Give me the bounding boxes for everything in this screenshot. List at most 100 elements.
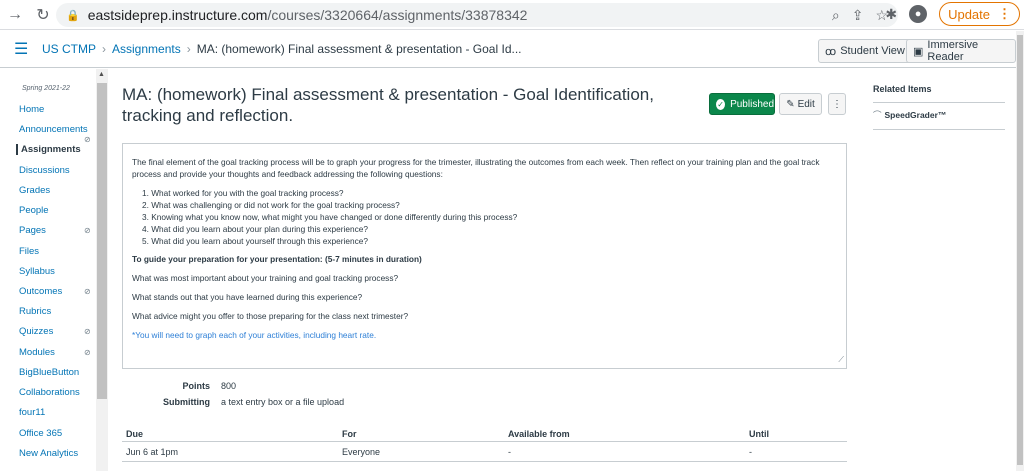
for-cell: Everyone: [342, 447, 381, 457]
url-path: /courses/3320664/assignments/33878342: [267, 7, 528, 23]
published-button[interactable]: ✓ Published: [709, 93, 775, 115]
speedgrader-label: SpeedGrader™: [884, 110, 947, 120]
edit-button[interactable]: ✎ Edit: [779, 93, 822, 115]
guide-question: What advice might you offer to those pre…: [132, 311, 409, 321]
related-items-heading: Related Items: [873, 84, 1005, 103]
list-item: 3. Knowing what you know now, what might…: [142, 212, 518, 222]
student-view-label: Student View: [840, 45, 905, 57]
sidebar-item-office-365[interactable]: Office 365: [19, 428, 62, 439]
submitting-label: Submitting: [163, 397, 210, 407]
list-item: 2. What was challenging or did not work …: [142, 200, 400, 210]
glasses-icon: ꝏ: [825, 45, 837, 58]
term-label: Spring 2021-22: [22, 85, 70, 92]
breadcrumb-current: MA: (homework) Final assessment & presen…: [196, 42, 522, 56]
sidebar-item-bigbluebutton[interactable]: BigBlueButton: [19, 367, 79, 378]
extensions-icon[interactable]: ✱: [885, 6, 897, 23]
eye-slash-icon: ⊘: [84, 348, 91, 357]
sidebar-item-pages[interactable]: Pages: [19, 225, 46, 236]
guide-question: What was most important about your train…: [132, 273, 399, 283]
sidebar-item-rubrics[interactable]: Rubrics: [19, 306, 51, 317]
breadcrumb-course[interactable]: US CTMP: [42, 42, 96, 56]
breadcrumb-separator-icon: ›: [102, 42, 106, 56]
checkmark-icon: ✓: [716, 98, 726, 110]
available-from-cell: -: [508, 447, 511, 457]
breadcrumb-separator-icon: ›: [186, 42, 191, 56]
guide-question: What stands out that you have learned du…: [132, 292, 363, 302]
share-icon[interactable]: ⇪: [852, 7, 864, 24]
page-scrollbar[interactable]: [1016, 31, 1024, 471]
assignment-title: MA: (homework) Final assessment & presen…: [122, 85, 654, 125]
column-header-available-from: Available from: [508, 429, 570, 439]
more-vert-icon: ⋮: [998, 6, 1011, 21]
sidebar-item-files[interactable]: Files: [19, 246, 39, 257]
table-header-row: Due For Available from Until: [122, 424, 847, 442]
browser-toolbar: → ↻ 🔒 eastsideprep.instructure.com/cours…: [0, 0, 1024, 30]
immersive-reader-label: Immersive Reader: [927, 39, 979, 63]
sidebar-item-discussions[interactable]: Discussions: [19, 165, 70, 176]
course-header: ☰ US CTMP › Assignments › MA: (homework)…: [0, 31, 1016, 68]
resize-handle-icon[interactable]: ⟋: [838, 354, 844, 366]
profile-avatar-icon[interactable]: ●: [909, 5, 928, 23]
column-header-for: For: [342, 429, 357, 439]
immersive-reader-button[interactable]: ▣ Immersive Reader: [906, 39, 1016, 63]
pencil-icon: ✎: [786, 98, 795, 110]
sidebar-item-modules[interactable]: Modules: [19, 347, 55, 358]
sidebar-item-assignments[interactable]: Assignments: [16, 144, 81, 155]
sidebar-item-announcements[interactable]: Announcements: [19, 124, 88, 135]
sidebar-item-grades[interactable]: Grades: [19, 185, 50, 196]
until-cell: -: [749, 447, 752, 457]
sidebar-item-four11[interactable]: four11: [19, 407, 45, 418]
related-items-panel: Related Items ⌒ SpeedGrader™: [873, 84, 1005, 130]
student-view-button[interactable]: ꝏ Student View: [818, 39, 912, 63]
graph-note: *You will need to graph each of your act…: [132, 330, 377, 340]
hamburger-menu-icon[interactable]: ☰: [14, 39, 32, 59]
sidebar-item-people[interactable]: People: [19, 205, 49, 216]
eye-slash-icon: ⊘: [84, 327, 91, 336]
sidebar-item-home[interactable]: Home: [19, 104, 44, 115]
eye-slash-icon: ⊘: [84, 287, 91, 296]
submitting-value: a text entry box or a file upload: [221, 397, 345, 407]
sidebar-item-collaborations[interactable]: Collaborations: [19, 387, 80, 398]
speedgrader-link[interactable]: ⌒ SpeedGrader™: [873, 103, 1005, 130]
update-label: Update: [948, 6, 990, 22]
guide-heading: To guide your preparation for your prese…: [132, 254, 422, 264]
edit-label: Edit: [797, 98, 815, 110]
speedgrader-icon: ⌒: [873, 110, 882, 120]
immersive-reader-icon: ▣: [913, 45, 924, 58]
list-item: 4. What did you learn about your plan du…: [142, 224, 369, 234]
assignment-description: The final element of the goal tracking p…: [122, 143, 847, 369]
lock-icon: 🔒: [66, 9, 80, 22]
question-list: 1. What worked for you with the goal tra…: [142, 187, 837, 247]
points-value: 800: [221, 381, 237, 391]
sidebar-item-quizzes[interactable]: Quizzes: [19, 326, 53, 337]
back-arrow-icon[interactable]: →: [4, 4, 26, 26]
description-intro: The final element of the goal tracking p…: [132, 157, 820, 179]
page-scroll-thumb[interactable]: [1017, 35, 1023, 465]
list-item: 5. What did you learn about yourself thr…: [142, 236, 368, 246]
column-header-due: Due: [126, 429, 144, 439]
eye-slash-icon: ⊘: [84, 226, 91, 235]
due-cell: Jun 6 at 1pm: [126, 447, 179, 457]
sidebar-item-outcomes[interactable]: Outcomes: [19, 286, 62, 297]
column-header-until: Until: [749, 429, 769, 439]
address-bar[interactable]: 🔒 eastsideprep.instructure.com/courses/3…: [56, 3, 898, 27]
published-label: Published: [730, 98, 774, 110]
list-item: 1. What worked for you with the goal tra…: [142, 188, 344, 198]
url-host: eastsideprep.instructure.com: [87, 7, 268, 23]
sidebar-scroll-thumb[interactable]: [97, 83, 107, 399]
sidebar-item-new-analytics[interactable]: New Analytics: [19, 448, 78, 459]
breadcrumb: US CTMP › Assignments › MA: (homework) F…: [42, 42, 522, 56]
zoom-icon[interactable]: ⌕: [832, 7, 840, 24]
breadcrumb-assignments[interactable]: Assignments: [112, 42, 181, 56]
table-row: Jun 6 at 1pm Everyone - -: [122, 442, 847, 462]
sidebar-item-syllabus[interactable]: Syllabus: [19, 266, 55, 277]
dates-table: Due For Available from Until Jun 6 at 1p…: [122, 424, 847, 462]
points-label: Points: [182, 381, 210, 391]
eye-slash-icon: ⊘: [84, 135, 91, 144]
sidebar-scrollbar[interactable]: ▲: [96, 69, 108, 471]
reload-icon[interactable]: ↻: [32, 4, 54, 26]
update-button[interactable]: Update ⋮: [939, 2, 1020, 26]
scroll-up-icon[interactable]: ▲: [98, 71, 105, 78]
course-nav: Spring 2021-22 Home Announcements ⊘ Assi…: [0, 69, 96, 471]
more-options-button[interactable]: ⋮: [828, 93, 846, 115]
